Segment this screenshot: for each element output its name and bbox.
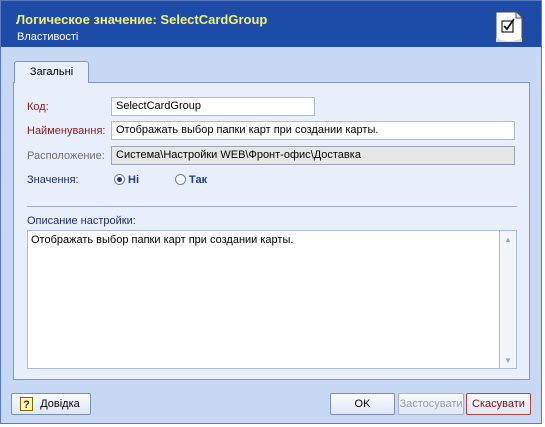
properties-dialog: Логическое значение: SelectCardGroup Вла… [0,0,542,424]
value-label: Значення: [27,174,79,186]
radio-yes[interactable] [175,174,186,185]
radio-no[interactable] [114,174,125,185]
help-button-label: Довідка [40,398,80,410]
section-divider [27,206,517,207]
dialog-title: Логическое значение: SelectCardGroup [16,12,268,27]
help-icon: ? [20,397,33,411]
name-label: Найменування: [27,125,106,137]
description-textarea[interactable]: Отображать выбор папки карт при создании… [27,230,500,369]
document-check-icon [495,11,523,43]
location-field: Система\Настройки WEB\Фронт-офис\Доставк… [111,146,515,165]
dialog-subtitle: Властивості [17,31,79,43]
tab-general[interactable]: Загальні [14,61,89,83]
location-label: Расположение: [27,150,105,162]
scroll-down-icon[interactable]: ▼ [504,357,512,365]
scroll-up-icon[interactable]: ▲ [504,236,512,244]
code-label: Код: [27,101,49,113]
radio-no-label[interactable]: Ні [128,174,139,186]
description-scrollbar[interactable]: ▲ ▼ [500,230,517,369]
apply-button[interactable]: Застосувати [398,393,464,415]
name-field[interactable]: Отображать выбор папки карт при создании… [111,121,515,140]
dialog-header: Логическое значение: SelectCardGroup Вла… [1,1,541,47]
description-label: Описание настройки: [27,215,136,227]
radio-selected-dot [117,177,122,182]
svg-text:?: ? [23,399,30,411]
code-field[interactable]: SelectCardGroup [111,97,315,116]
ok-button[interactable]: OK [330,393,395,415]
radio-yes-label[interactable]: Так [189,174,207,186]
cancel-button[interactable]: Скасувати [466,393,531,415]
help-button[interactable]: ? Довідка [11,393,91,415]
dialog-button-bar: ? Довідка OK Застосувати Скасувати [1,387,541,423]
